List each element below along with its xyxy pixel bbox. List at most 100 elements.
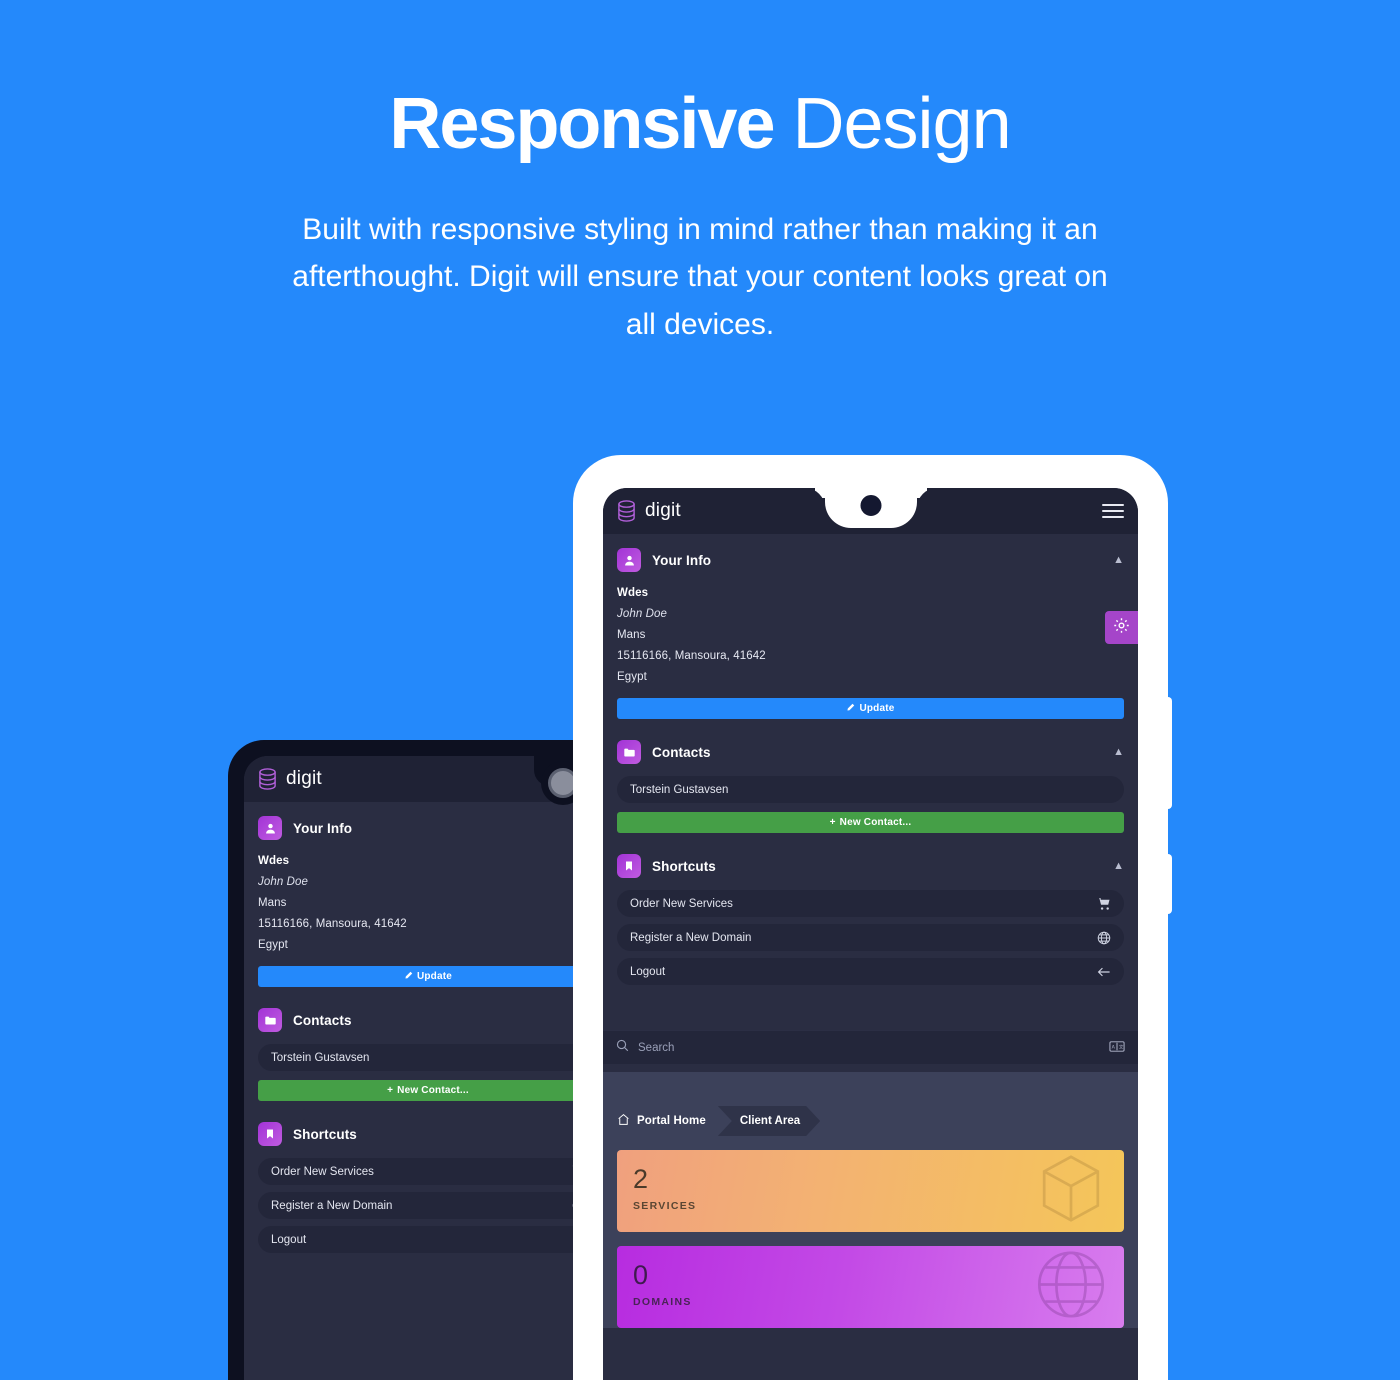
section-title-contacts: Contacts xyxy=(652,744,711,760)
search-input[interactable]: Search xyxy=(638,1042,674,1054)
camera-lens-front xyxy=(856,491,885,520)
info-line-company-back: Wdes xyxy=(258,855,290,867)
hamburger-bar xyxy=(1102,510,1124,512)
sidebar-back: Your Info ▲ Wdes John Doe Mans 15116166,… xyxy=(244,802,612,1268)
keyboard-icon[interactable]: A文 xyxy=(1109,1039,1125,1057)
search-bar[interactable]: Search A文 xyxy=(603,1030,1138,1064)
home-icon xyxy=(617,1113,630,1129)
page-title-bold: Responsive xyxy=(389,84,775,164)
section-title-your-info-back: Your Info xyxy=(293,820,353,836)
update-button[interactable]: Update xyxy=(617,698,1124,719)
device-front-screen: digit Your Info ▲ Wdes John Doe Mans 151… xyxy=(603,488,1138,1380)
app-screen-front: digit Your Info ▲ Wdes John Doe Mans 151… xyxy=(603,488,1138,1380)
settings-tab-button[interactable] xyxy=(1105,611,1138,644)
new-contact-button[interactable]: + New Contact... xyxy=(617,812,1124,833)
shortcut-logout[interactable]: Logout xyxy=(617,958,1124,985)
app-screen-back: digit Your Info ▲ Wdes John Doe Mans 151… xyxy=(244,756,612,1380)
shortcut-label: Order New Services xyxy=(630,897,733,910)
brand-name: digit xyxy=(645,500,681,521)
shortcut-register-domain-back[interactable]: Register a New Domain xyxy=(258,1192,598,1219)
chevron-up-icon[interactable]: ▲ xyxy=(1113,860,1124,872)
info-line-address: 15116166, Mansoura, 41642 xyxy=(617,650,766,662)
gear-icon xyxy=(1113,617,1130,639)
new-contact-button-back[interactable]: + New Contact... xyxy=(258,1080,598,1101)
pencil-icon xyxy=(404,971,413,983)
globe-icon xyxy=(1032,1246,1110,1328)
database-icon xyxy=(258,768,277,790)
shopping-cart-icon xyxy=(1097,897,1111,911)
section-title-shortcuts-back: Shortcuts xyxy=(293,1126,357,1142)
section-title-your-info: Your Info xyxy=(652,552,712,568)
brand[interactable]: digit xyxy=(617,500,681,522)
breadcrumb-home[interactable]: Portal Home xyxy=(617,1106,720,1136)
section-header-shortcuts[interactable]: Shortcuts ▲ xyxy=(603,840,1138,890)
new-contact-button-label-back: New Contact... xyxy=(397,1085,469,1096)
section-header-your-info[interactable]: Your Info ▲ xyxy=(603,534,1138,584)
user-icon xyxy=(617,548,641,572)
spacer-back-2 xyxy=(244,1101,612,1108)
update-button-label: Update xyxy=(859,703,895,714)
svg-text:A: A xyxy=(1112,1044,1116,1050)
info-line-country-back: Egypt xyxy=(258,939,288,951)
chevron-up-icon[interactable]: ▲ xyxy=(1113,554,1124,566)
contact-item[interactable]: Torstein Gustavsen xyxy=(617,776,1124,803)
shortcut-label: Register a New Domain xyxy=(630,931,752,944)
page-title-light: Design xyxy=(773,84,1012,164)
contact-item-label: Torstein Gustavsen xyxy=(630,783,729,796)
svg-text:文: 文 xyxy=(1119,1043,1124,1050)
update-button-back[interactable]: Update xyxy=(258,966,598,987)
shortcut-label-back: Order New Services xyxy=(271,1165,374,1178)
bookmark-icon xyxy=(258,1122,282,1146)
breadcrumb-current-label: Client Area xyxy=(739,1115,801,1127)
hamburger-menu-icon[interactable] xyxy=(1102,504,1124,518)
breadcrumb-home-label: Portal Home xyxy=(637,1115,706,1127)
stat-card-domains[interactable]: 0 DOMAINS xyxy=(617,1246,1124,1328)
user-icon xyxy=(258,816,282,840)
plus-icon: + xyxy=(387,1085,394,1096)
spacer-back-1 xyxy=(244,987,612,994)
plus-icon: + xyxy=(829,817,836,828)
device-back-screen: digit Your Info ▲ Wdes John Doe Mans 151… xyxy=(244,756,612,1380)
shortcut-order-services[interactable]: Order New Services xyxy=(617,890,1124,917)
stat-card-services[interactable]: 2 SERVICES xyxy=(617,1150,1124,1232)
main-content: Portal Home Client Area 2 SERVICES 0 DOM… xyxy=(603,1072,1138,1328)
shortcut-logout-back[interactable]: Logout xyxy=(258,1226,598,1253)
section-title-contacts-back: Contacts xyxy=(293,1012,352,1028)
sidebar: Your Info ▲ Wdes John Doe Mans 15116166,… xyxy=(603,534,1138,1072)
update-button-label-back: Update xyxy=(416,971,453,982)
breadcrumb: Portal Home Client Area xyxy=(617,1106,1124,1136)
database-icon xyxy=(617,500,636,522)
new-contact-button-label: New Contact... xyxy=(839,817,912,828)
section-header-contacts[interactable]: Contacts ▲ xyxy=(603,726,1138,776)
section-title-shortcuts: Shortcuts xyxy=(652,858,716,874)
arrow-left-icon xyxy=(1097,965,1111,979)
shortcut-label-back: Register a New Domain xyxy=(271,1199,393,1212)
info-line-street-back: Mans xyxy=(258,897,287,909)
section-header-shortcuts-back[interactable]: Shortcuts ▲ xyxy=(244,1108,612,1158)
info-line-address-back: 15116166, Mansoura, 41642 xyxy=(258,918,407,930)
user-info-lines: Wdes John Doe Mans 15116166, Mansoura, 4… xyxy=(603,584,1138,689)
bookmark-icon xyxy=(617,854,641,878)
info-line-country: Egypt xyxy=(617,671,647,683)
section-header-contacts-back[interactable]: Contacts ▲ xyxy=(244,994,612,1044)
breadcrumb-current[interactable]: Client Area xyxy=(718,1106,820,1136)
info-line-company: Wdes xyxy=(617,587,649,599)
info-line-name: John Doe xyxy=(617,608,668,620)
contact-item-back[interactable]: Torstein Gustavsen xyxy=(258,1044,598,1071)
brand-back[interactable]: digit xyxy=(258,768,322,790)
info-line-street: Mans xyxy=(617,629,646,641)
info-line-name-back: John Doe xyxy=(258,876,309,888)
shortcut-order-services-back[interactable]: Order New Services xyxy=(258,1158,598,1185)
section-header-your-info-back[interactable]: Your Info ▲ xyxy=(244,802,612,852)
shortcut-register-domain[interactable]: Register a New Domain xyxy=(617,924,1124,951)
page-title: Responsive Design xyxy=(0,88,1400,160)
hamburger-bar xyxy=(1102,516,1124,518)
hamburger-bar xyxy=(1102,504,1124,506)
folder-icon xyxy=(617,740,641,764)
device-mockup-back: digit Your Info ▲ Wdes John Doe Mans 151… xyxy=(228,740,628,1380)
brand-name-back: digit xyxy=(286,768,322,789)
chevron-up-icon[interactable]: ▲ xyxy=(1113,746,1124,758)
user-info-lines-back: Wdes John Doe Mans 15116166, Mansoura, 4… xyxy=(244,852,612,957)
